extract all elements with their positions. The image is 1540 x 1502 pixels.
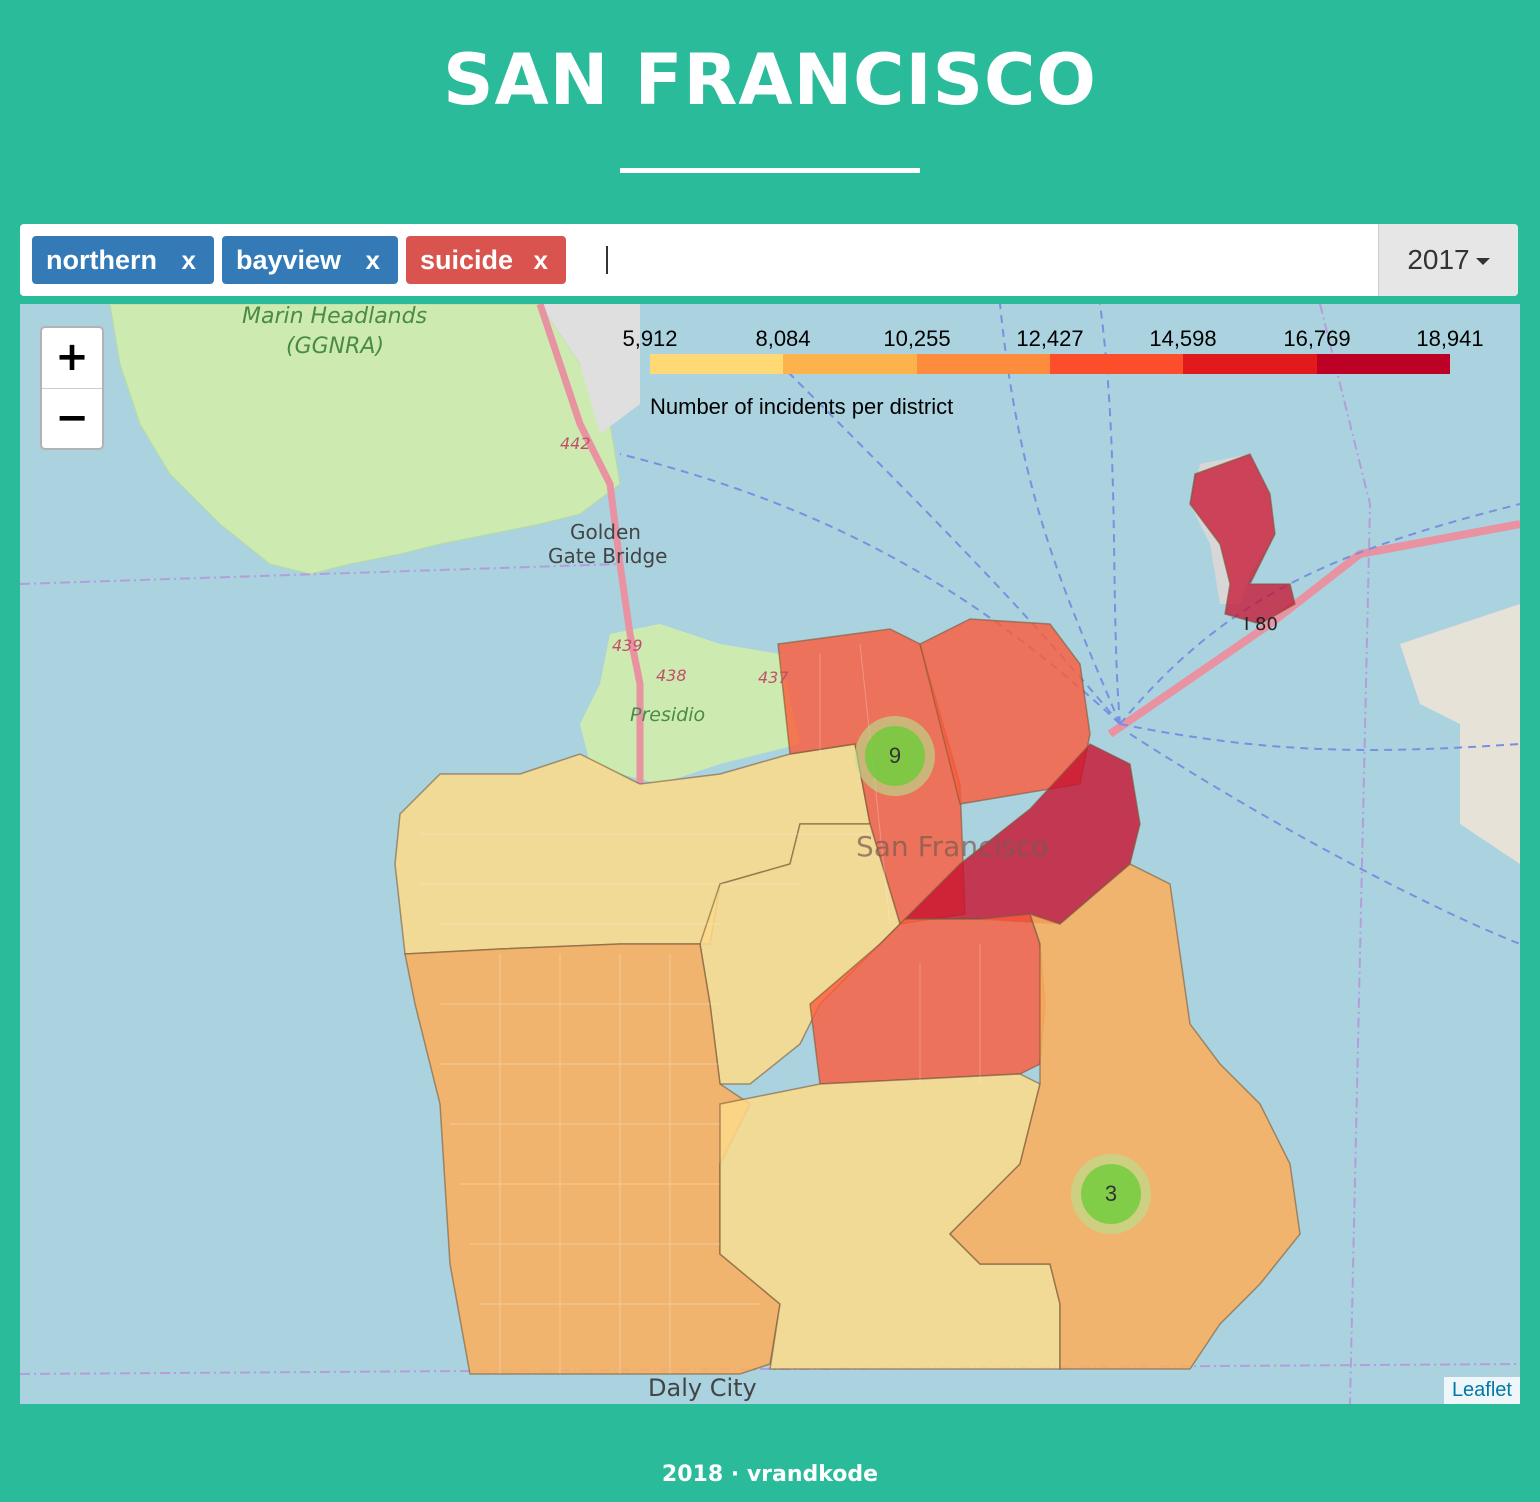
tag-label: suicide <box>420 245 514 275</box>
map-canvas[interactable] <box>20 304 1520 1404</box>
cluster-count: 9 <box>865 726 925 786</box>
remove-tag-button[interactable]: x <box>534 236 548 284</box>
filter-tag-suicide[interactable]: suicide x <box>406 236 566 284</box>
route-438-label: 438 <box>656 666 687 685</box>
presidio-label: Presidio <box>630 704 706 726</box>
route-442-label: 442 <box>560 434 591 453</box>
legend-title: Number of incidents per district <box>650 394 954 419</box>
footer-credit: 2018 · vrandkode <box>661 1462 879 1487</box>
remove-tag-button[interactable]: x <box>366 236 380 284</box>
legend-tick: 8,084 <box>755 326 811 351</box>
legend-swatch <box>916 354 1050 374</box>
golden-label: Golden <box>570 520 641 544</box>
year-value: 2017 <box>1407 244 1470 275</box>
title-divider <box>620 168 920 173</box>
san-francisco-label: San Francisco <box>856 830 1049 863</box>
page-title: SAN FRANCISCO <box>443 39 1097 121</box>
filter-tag-northern[interactable]: northern x <box>32 236 214 284</box>
legend-tick: 10,255 <box>883 326 951 351</box>
zoom-in-button[interactable]: + <box>42 328 102 389</box>
map-legend: 5,912 8,084 10,255 12,427 14,598 16,769 … <box>620 322 1500 422</box>
year-dropdown[interactable]: 2017 <box>1378 224 1518 296</box>
chevron-down-icon <box>1475 258 1490 266</box>
i80-label: I 80 <box>1244 614 1278 635</box>
legend-swatch <box>650 354 784 374</box>
legend-swatch <box>1049 354 1184 374</box>
legend-tick: 14,598 <box>1149 326 1217 351</box>
gate-bridge-label: Gate Bridge <box>548 544 668 568</box>
legend-swatch <box>783 354 917 374</box>
filter-tag-bayview[interactable]: bayview x <box>222 236 398 284</box>
marker-cluster[interactable]: 3 <box>1071 1154 1151 1234</box>
district-treasure-island <box>1189 453 1296 625</box>
legend-swatch <box>1316 354 1450 374</box>
route-437-label: 437 <box>758 668 789 687</box>
tag-label: northern <box>46 245 157 275</box>
cluster-count: 3 <box>1081 1164 1141 1224</box>
tag-label: bayview <box>236 245 342 275</box>
zoom-control: + − <box>40 326 104 450</box>
route-439-label: 439 <box>612 636 643 655</box>
ggnra-label: (GGNRA) <box>286 334 385 359</box>
tag-input-cursor[interactable] <box>606 246 608 274</box>
zoom-out-button[interactable]: − <box>42 389 102 449</box>
daly-city-label: Daly City <box>648 1374 757 1402</box>
legend-tick: 16,769 <box>1283 326 1351 351</box>
remove-tag-button[interactable]: x <box>182 236 196 284</box>
legend-swatch <box>1183 354 1317 374</box>
east-bay-land <box>1400 604 1520 864</box>
filter-bar[interactable]: northern x bayview x suicide x 2017 <box>20 224 1518 296</box>
map-view[interactable]: Marin Headlands (GGNRA) Golden Gate Brid… <box>20 304 1520 1404</box>
leaflet-attribution-link[interactable]: Leaflet <box>1443 1377 1520 1404</box>
district-polygons[interactable] <box>394 453 1301 1375</box>
legend-tick: 5,912 <box>622 326 678 351</box>
marker-cluster[interactable]: 9 <box>855 716 935 796</box>
marin-headlands-label: Marin Headlands <box>242 304 428 329</box>
legend-tick: 18,941 <box>1416 326 1484 351</box>
legend-tick: 12,427 <box>1016 326 1084 351</box>
legend-color-bar <box>650 354 1450 374</box>
